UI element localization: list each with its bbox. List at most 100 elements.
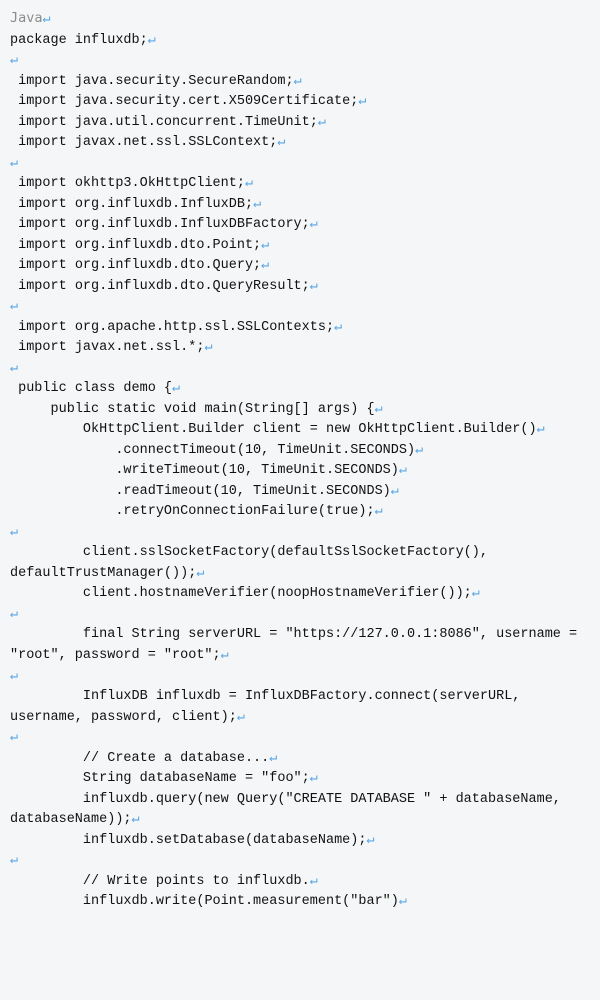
eol-icon: ↵ xyxy=(221,648,229,663)
code-text: influxdb.query(new Query("CREATE DATABAS… xyxy=(10,792,569,828)
code-line: import javax.net.ssl.*;↵ xyxy=(10,338,590,359)
code-line: influxdb.query(new Query("CREATE DATABAS… xyxy=(10,790,590,831)
code-line: ↵ xyxy=(10,667,590,688)
eol-icon: ↵ xyxy=(10,525,18,540)
eol-icon: ↵ xyxy=(399,463,407,478)
code-text: client.hostnameVerifier(noopHostnameVeri… xyxy=(10,586,472,601)
code-text: import org.influxdb.dto.Point; xyxy=(10,238,261,253)
code-line: .writeTimeout(10, TimeUnit.SECONDS)↵ xyxy=(10,461,590,482)
code-line: .connectTimeout(10, TimeUnit.SECONDS)↵ xyxy=(10,441,590,462)
code-line: import org.influxdb.InfluxDB;↵ xyxy=(10,195,590,216)
code-line: import org.influxdb.InfluxDBFactory;↵ xyxy=(10,215,590,236)
eol-icon: ↵ xyxy=(310,771,318,786)
eol-icon: ↵ xyxy=(472,586,480,601)
eol-icon: ↵ xyxy=(10,156,18,171)
code-line: ↵ xyxy=(10,605,590,626)
code-line: ↵ xyxy=(10,359,590,380)
eol-icon: ↵ xyxy=(334,320,342,335)
code-line: import java.security.cert.X509Certificat… xyxy=(10,92,590,113)
code-line: influxdb.write(Point.measurement("bar")↵ xyxy=(10,892,590,913)
code-line: // Write points to influxdb.↵ xyxy=(10,872,590,893)
eol-icon: ↵ xyxy=(10,299,18,314)
code-line: public static void main(String[] args) {… xyxy=(10,400,590,421)
eol-icon: ↵ xyxy=(261,238,269,253)
code-text: .connectTimeout(10, TimeUnit.SECONDS) xyxy=(10,443,415,458)
eol-icon: ↵ xyxy=(10,730,18,745)
eol-icon: ↵ xyxy=(358,94,366,109)
code-text: public class demo { xyxy=(10,381,172,396)
eol-icon: ↵ xyxy=(537,422,545,437)
code-text: import java.util.concurrent.TimeUnit; xyxy=(10,115,318,130)
code-line: OkHttpClient.Builder client = new OkHttp… xyxy=(10,420,590,441)
eol-icon: ↵ xyxy=(375,504,383,519)
eol-icon: ↵ xyxy=(10,669,18,684)
code-line: ↵ xyxy=(10,51,590,72)
code-line: final String serverURL = "https://127.0.… xyxy=(10,625,590,666)
code-lines: package influxdb;↵↵ import java.security… xyxy=(10,31,590,913)
code-text: String databaseName = "foo"; xyxy=(10,771,310,786)
code-line: import javax.net.ssl.SSLContext;↵ xyxy=(10,133,590,154)
code-line: ↵ xyxy=(10,523,590,544)
eol-icon: ↵ xyxy=(391,484,399,499)
code-line: import java.security.SecureRandom;↵ xyxy=(10,72,590,93)
code-line: import org.influxdb.dto.Query;↵ xyxy=(10,256,590,277)
eol-icon: ↵ xyxy=(10,53,18,68)
eol-icon: ↵ xyxy=(310,279,318,294)
eol-icon: ↵ xyxy=(294,74,302,89)
code-text: client.sslSocketFactory(defaultSslSocket… xyxy=(10,545,496,581)
code-text: OkHttpClient.Builder client = new OkHttp… xyxy=(10,422,537,437)
code-line: ↵ xyxy=(10,297,590,318)
code-text: import org.influxdb.dto.Query; xyxy=(10,258,261,273)
code-text: import org.influxdb.InfluxDB; xyxy=(10,197,253,212)
code-text: InfluxDB influxdb = InfluxDBFactory.conn… xyxy=(10,689,529,725)
code-line: import java.util.concurrent.TimeUnit;↵ xyxy=(10,113,590,134)
code-text: // Write points to influxdb. xyxy=(10,874,310,889)
code-line: import org.influxdb.dto.QueryResult;↵ xyxy=(10,277,590,298)
code-text: package influxdb; xyxy=(10,33,148,48)
eol-icon: ↵ xyxy=(172,381,180,396)
code-text: influxdb.setDatabase(databaseName); xyxy=(10,833,366,848)
code-text: .readTimeout(10, TimeUnit.SECONDS) xyxy=(10,484,391,499)
eol-icon: ↵ xyxy=(245,176,253,191)
eol-icon: ↵ xyxy=(310,217,318,232)
language-label: Java↵ xyxy=(10,8,590,31)
code-block: Java↵ package influxdb;↵↵ import java.se… xyxy=(10,8,590,913)
eol-icon: ↵ xyxy=(10,361,18,376)
eol-icon: ↵ xyxy=(10,853,18,868)
code-line: ↵ xyxy=(10,728,590,749)
code-text: .writeTimeout(10, TimeUnit.SECONDS) xyxy=(10,463,399,478)
eol-icon: ↵ xyxy=(237,710,245,725)
eol-icon: ↵ xyxy=(253,197,261,212)
code-line: import org.apache.http.ssl.SSLContexts;↵ xyxy=(10,318,590,339)
code-line: public class demo {↵ xyxy=(10,379,590,400)
code-text: import org.influxdb.InfluxDBFactory; xyxy=(10,217,310,232)
eol-icon: ↵ xyxy=(366,833,374,848)
code-line: influxdb.setDatabase(databaseName);↵ xyxy=(10,831,590,852)
code-line: .readTimeout(10, TimeUnit.SECONDS)↵ xyxy=(10,482,590,503)
eol-icon: ↵ xyxy=(310,874,318,889)
code-line: ↵ xyxy=(10,851,590,872)
code-text: import okhttp3.OkHttpClient; xyxy=(10,176,245,191)
code-line: package influxdb;↵ xyxy=(10,31,590,52)
code-line: InfluxDB influxdb = InfluxDBFactory.conn… xyxy=(10,687,590,728)
code-line: client.sslSocketFactory(defaultSslSocket… xyxy=(10,543,590,584)
eol-icon: ↵ xyxy=(318,115,326,130)
code-line: client.hostnameVerifier(noopHostnameVeri… xyxy=(10,584,590,605)
code-line: String databaseName = "foo";↵ xyxy=(10,769,590,790)
code-text: import org.apache.http.ssl.SSLContexts; xyxy=(10,320,334,335)
code-text: influxdb.write(Point.measurement("bar") xyxy=(10,894,399,909)
eol-icon: ↵ xyxy=(204,340,212,355)
code-text: final String serverURL = "https://127.0.… xyxy=(10,627,585,663)
eol-icon: ↵ xyxy=(10,607,18,622)
eol-icon: ↵ xyxy=(148,33,156,48)
eol-icon: ↵ xyxy=(269,751,277,766)
eol-icon: ↵ xyxy=(399,894,407,909)
code-line: import okhttp3.OkHttpClient;↵ xyxy=(10,174,590,195)
eol-icon: ↵ xyxy=(261,258,269,273)
code-line: ↵ xyxy=(10,154,590,175)
code-text: import org.influxdb.dto.QueryResult; xyxy=(10,279,310,294)
code-line: // Create a database...↵ xyxy=(10,749,590,770)
eol-icon: ↵ xyxy=(196,566,204,581)
code-text: public static void main(String[] args) { xyxy=(10,402,375,417)
code-line: import org.influxdb.dto.Point;↵ xyxy=(10,236,590,257)
